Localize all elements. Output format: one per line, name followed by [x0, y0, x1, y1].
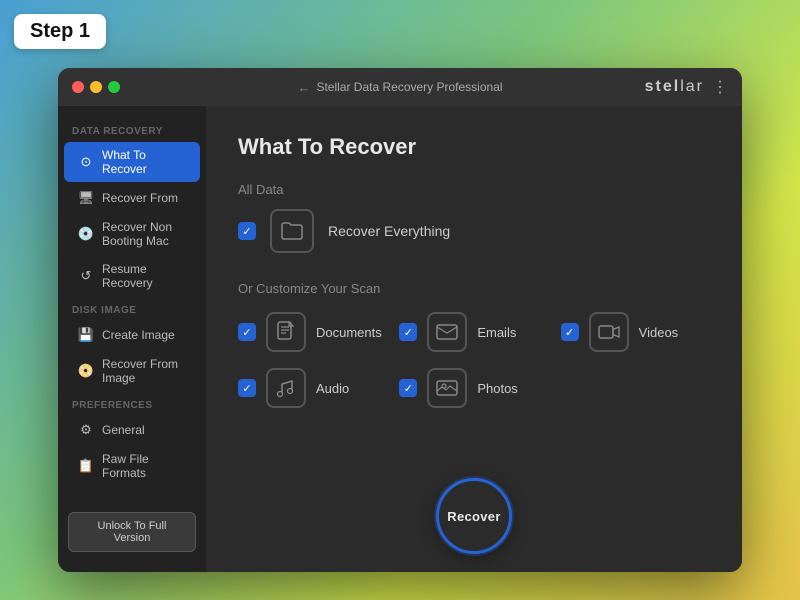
customize-label: Or Customize Your Scan	[238, 281, 710, 296]
main-content: What To Recover All Data ✓ Recover Every…	[206, 106, 742, 572]
sidebar-item-general[interactable]: ⚙ General	[64, 416, 200, 444]
step-badge: Step 1	[14, 14, 106, 49]
sidebar-item-label: General	[102, 423, 145, 437]
recover-from-image-icon: 📀	[78, 363, 94, 379]
unlock-button[interactable]: Unlock To Full Version	[68, 512, 196, 552]
app-window: ← Stellar Data Recovery Professional ste…	[58, 68, 742, 572]
scan-grid: ✓ Documents ✓	[238, 312, 710, 408]
sidebar-section-data-recovery: Data Recovery	[58, 118, 206, 141]
sidebar-item-label: Raw File Formats	[102, 452, 186, 480]
videos-label: Videos	[639, 325, 679, 340]
check-icon: ✓	[565, 326, 574, 339]
emails-label: Emails	[477, 325, 516, 340]
close-button[interactable]	[72, 81, 84, 93]
recover-from-icon: 🖥	[78, 190, 94, 206]
sidebar-item-label: Resume Recovery	[102, 262, 186, 290]
back-icon[interactable]: ←	[297, 80, 310, 95]
what-to-recover-icon: ⊙	[78, 154, 94, 170]
emails-icon	[427, 312, 467, 352]
folder-icon	[270, 209, 314, 253]
scan-item-emails: ✓ Emails	[399, 312, 548, 352]
sidebar-item-recover-from-image[interactable]: 📀 Recover From Image	[64, 351, 200, 391]
check-icon: ✓	[404, 326, 413, 339]
documents-label: Documents	[316, 325, 382, 340]
sidebar-item-what-to-recover[interactable]: ⊙ What To Recover	[64, 142, 200, 182]
maximize-button[interactable]	[108, 81, 120, 93]
sidebar: Data Recovery ⊙ What To Recover 🖥 Recove…	[58, 106, 206, 572]
window-title-text: Stellar Data Recovery Professional	[316, 80, 502, 94]
sidebar-item-label: Recover Non Booting Mac	[102, 220, 186, 248]
recover-button[interactable]: Recover	[436, 478, 512, 554]
resume-recovery-icon: ↺	[78, 268, 94, 284]
recover-button-area: Recover	[436, 478, 512, 554]
sidebar-item-label: Recover From	[102, 191, 178, 205]
sidebar-item-label: What To Recover	[102, 148, 186, 176]
scan-item-audio: ✓ Audio	[238, 368, 387, 408]
recover-everything-checkbox[interactable]: ✓	[238, 222, 256, 240]
sidebar-item-recover-non-booting[interactable]: 💿 Recover Non Booting Mac	[64, 214, 200, 254]
brand-name: stellar	[645, 78, 704, 96]
check-icon: ✓	[404, 382, 413, 395]
page-title: What To Recover	[238, 134, 710, 160]
scan-item-photos: ✓ Photos	[399, 368, 548, 408]
photos-label: Photos	[477, 381, 517, 396]
scan-item-videos: ✓ Videos	[561, 312, 710, 352]
title-bar: ← Stellar Data Recovery Professional ste…	[58, 68, 742, 106]
sidebar-section-disk-image: Disk Image	[58, 297, 206, 320]
emails-checkbox[interactable]: ✓	[399, 323, 417, 341]
videos-checkbox[interactable]: ✓	[561, 323, 579, 341]
general-icon: ⚙	[78, 422, 94, 438]
audio-icon	[266, 368, 306, 408]
sidebar-item-label: Recover From Image	[102, 357, 186, 385]
brand-area: stellar ⋮	[645, 77, 728, 97]
create-image-icon: 💾	[78, 327, 94, 343]
check-icon: ✓	[242, 225, 251, 238]
documents-icon	[266, 312, 306, 352]
sidebar-item-label: Create Image	[102, 328, 175, 342]
check-icon: ✓	[242, 326, 251, 339]
app-body: Data Recovery ⊙ What To Recover 🖥 Recove…	[58, 106, 742, 572]
raw-file-formats-icon: 📋	[78, 458, 94, 474]
traffic-lights	[72, 81, 120, 93]
documents-checkbox[interactable]: ✓	[238, 323, 256, 341]
audio-label: Audio	[316, 381, 349, 396]
sidebar-item-resume-recovery[interactable]: ↺ Resume Recovery	[64, 256, 200, 296]
videos-icon	[589, 312, 629, 352]
check-icon: ✓	[242, 382, 251, 395]
more-button[interactable]: ⋮	[712, 77, 728, 97]
sidebar-item-recover-from[interactable]: 🖥 Recover From	[64, 184, 200, 212]
sidebar-section-preferences: Preferences	[58, 392, 206, 415]
recover-everything-row: ✓ Recover Everything	[238, 209, 710, 253]
recover-non-booting-icon: 💿	[78, 226, 94, 242]
photos-icon	[427, 368, 467, 408]
photos-checkbox[interactable]: ✓	[399, 379, 417, 397]
all-data-label: All Data	[238, 182, 710, 197]
minimize-button[interactable]	[90, 81, 102, 93]
sidebar-item-create-image[interactable]: 💾 Create Image	[64, 321, 200, 349]
window-title: ← Stellar Data Recovery Professional	[297, 80, 502, 95]
scan-item-documents: ✓ Documents	[238, 312, 387, 352]
audio-checkbox[interactable]: ✓	[238, 379, 256, 397]
recover-everything-label: Recover Everything	[328, 223, 450, 239]
sidebar-item-raw-file-formats[interactable]: 📋 Raw File Formats	[64, 446, 200, 486]
